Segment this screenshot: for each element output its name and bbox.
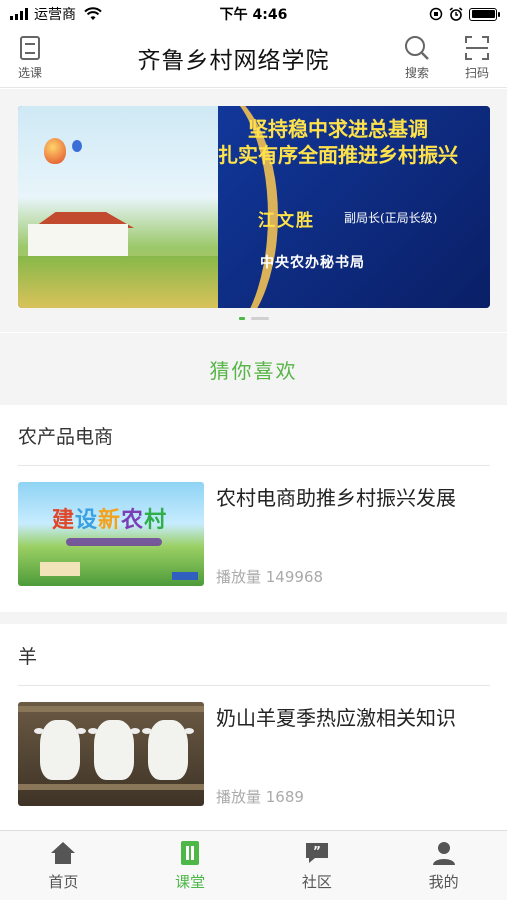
- section-divider: [0, 612, 507, 624]
- farmhouse: [28, 224, 128, 260]
- thumbnail-caption: 建设新农村: [52, 507, 168, 533]
- banner-carousel: 坚持稳中求进总基调 扎实有序全面推进乡村振兴 江文胜 副局长(正局长级) 中央农…: [0, 89, 507, 332]
- banner-title-line1: 坚持稳中求进总基调: [248, 117, 428, 141]
- tab-home-label: 首页: [48, 873, 79, 891]
- scan-label: 扫码: [464, 66, 489, 80]
- fence-bar: [18, 784, 204, 790]
- thumbnail-bar: [66, 538, 162, 546]
- status-bar: 运营商 下午 4:46: [0, 0, 507, 28]
- app-header: 选课 齐鲁乡村网络学院 搜索 扫码: [0, 28, 507, 88]
- select-course-button[interactable]: 选课: [0, 34, 60, 81]
- course-views: 播放量 1689: [216, 788, 304, 806]
- scan-icon: [465, 36, 489, 60]
- course-thumbnail: [18, 702, 204, 806]
- hot-air-balloon-icon: [44, 138, 66, 164]
- banner-slide[interactable]: 坚持稳中求进总基调 扎实有序全面推进乡村振兴 江文胜 副局长(正局长级) 中央农…: [18, 106, 490, 308]
- svg-text:”: ”: [313, 844, 321, 858]
- alarm-icon: [449, 7, 463, 21]
- course-card[interactable]: 建设新农村 农村电商助推乡村振兴发展 播放量 149968: [18, 482, 490, 588]
- thumbnail-house: [40, 562, 80, 576]
- search-icon: [405, 36, 429, 60]
- goat: [142, 720, 194, 780]
- thumbnail-tag: [172, 572, 198, 580]
- home-icon: [51, 842, 76, 864]
- tab-classroom-label: 课堂: [175, 873, 206, 891]
- section-title: 农产品电商: [18, 406, 490, 466]
- banner-title: 坚持稳中求进总基调 扎实有序全面推进乡村振兴: [193, 116, 483, 168]
- battery-icon: [469, 7, 500, 21]
- orientation-lock-icon: [429, 7, 443, 21]
- goat: [34, 720, 86, 780]
- thumbnail-text: 建设新农村: [52, 502, 167, 534]
- bottom-tab-bar: 首页 课堂 ” 社区 我的: [0, 830, 507, 900]
- section-title: 羊: [18, 626, 490, 686]
- course-views: 播放量 149968: [216, 568, 324, 586]
- course-title: 奶山羊夏季热应激相关知识: [216, 706, 456, 730]
- search-button[interactable]: 搜索: [387, 34, 447, 81]
- search-label: 搜索: [404, 66, 429, 80]
- carrier-label: 运营商: [34, 7, 76, 23]
- recommend-header: 猜你喜欢: [0, 333, 507, 405]
- classroom-icon: [181, 841, 200, 865]
- tab-profile[interactable]: 我的: [380, 831, 507, 900]
- carousel-indicator: [0, 317, 507, 320]
- scan-button[interactable]: 扫码: [447, 34, 507, 81]
- select-course-label: 选课: [17, 66, 42, 80]
- profile-icon: [432, 842, 455, 865]
- course-title: 农村电商助推乡村振兴发展: [216, 486, 456, 510]
- book-icon: [20, 36, 40, 60]
- community-icon: ”: [305, 843, 328, 863]
- hot-air-balloon-icon: [72, 140, 82, 152]
- speaker-organization: 中央农办秘书局: [260, 255, 365, 271]
- speaker-position: 副局长(正局长级): [344, 211, 438, 225]
- goat: [88, 720, 140, 780]
- tab-classroom[interactable]: 课堂: [127, 831, 254, 900]
- carousel-dot-active[interactable]: [238, 317, 245, 320]
- carousel-dot[interactable]: [250, 317, 269, 320]
- recommend-title: 猜你喜欢: [209, 358, 298, 383]
- tab-community[interactable]: ” 社区: [254, 831, 381, 900]
- fence-bar: [18, 706, 204, 712]
- banner-title-line2: 扎实有序全面推进乡村振兴: [218, 143, 458, 167]
- course-card[interactable]: 奶山羊夏季热应激相关知识 播放量 1689: [18, 702, 490, 808]
- tab-community-label: 社区: [301, 873, 332, 891]
- signal-icon: [10, 8, 28, 20]
- wifi-icon: [84, 7, 102, 20]
- course-thumbnail: 建设新农村: [18, 482, 204, 586]
- speaker-name: 江文胜: [258, 211, 315, 231]
- tab-profile-label: 我的: [428, 873, 459, 891]
- page-title: 齐鲁乡村网络学院: [137, 47, 330, 74]
- tab-home[interactable]: 首页: [0, 831, 127, 900]
